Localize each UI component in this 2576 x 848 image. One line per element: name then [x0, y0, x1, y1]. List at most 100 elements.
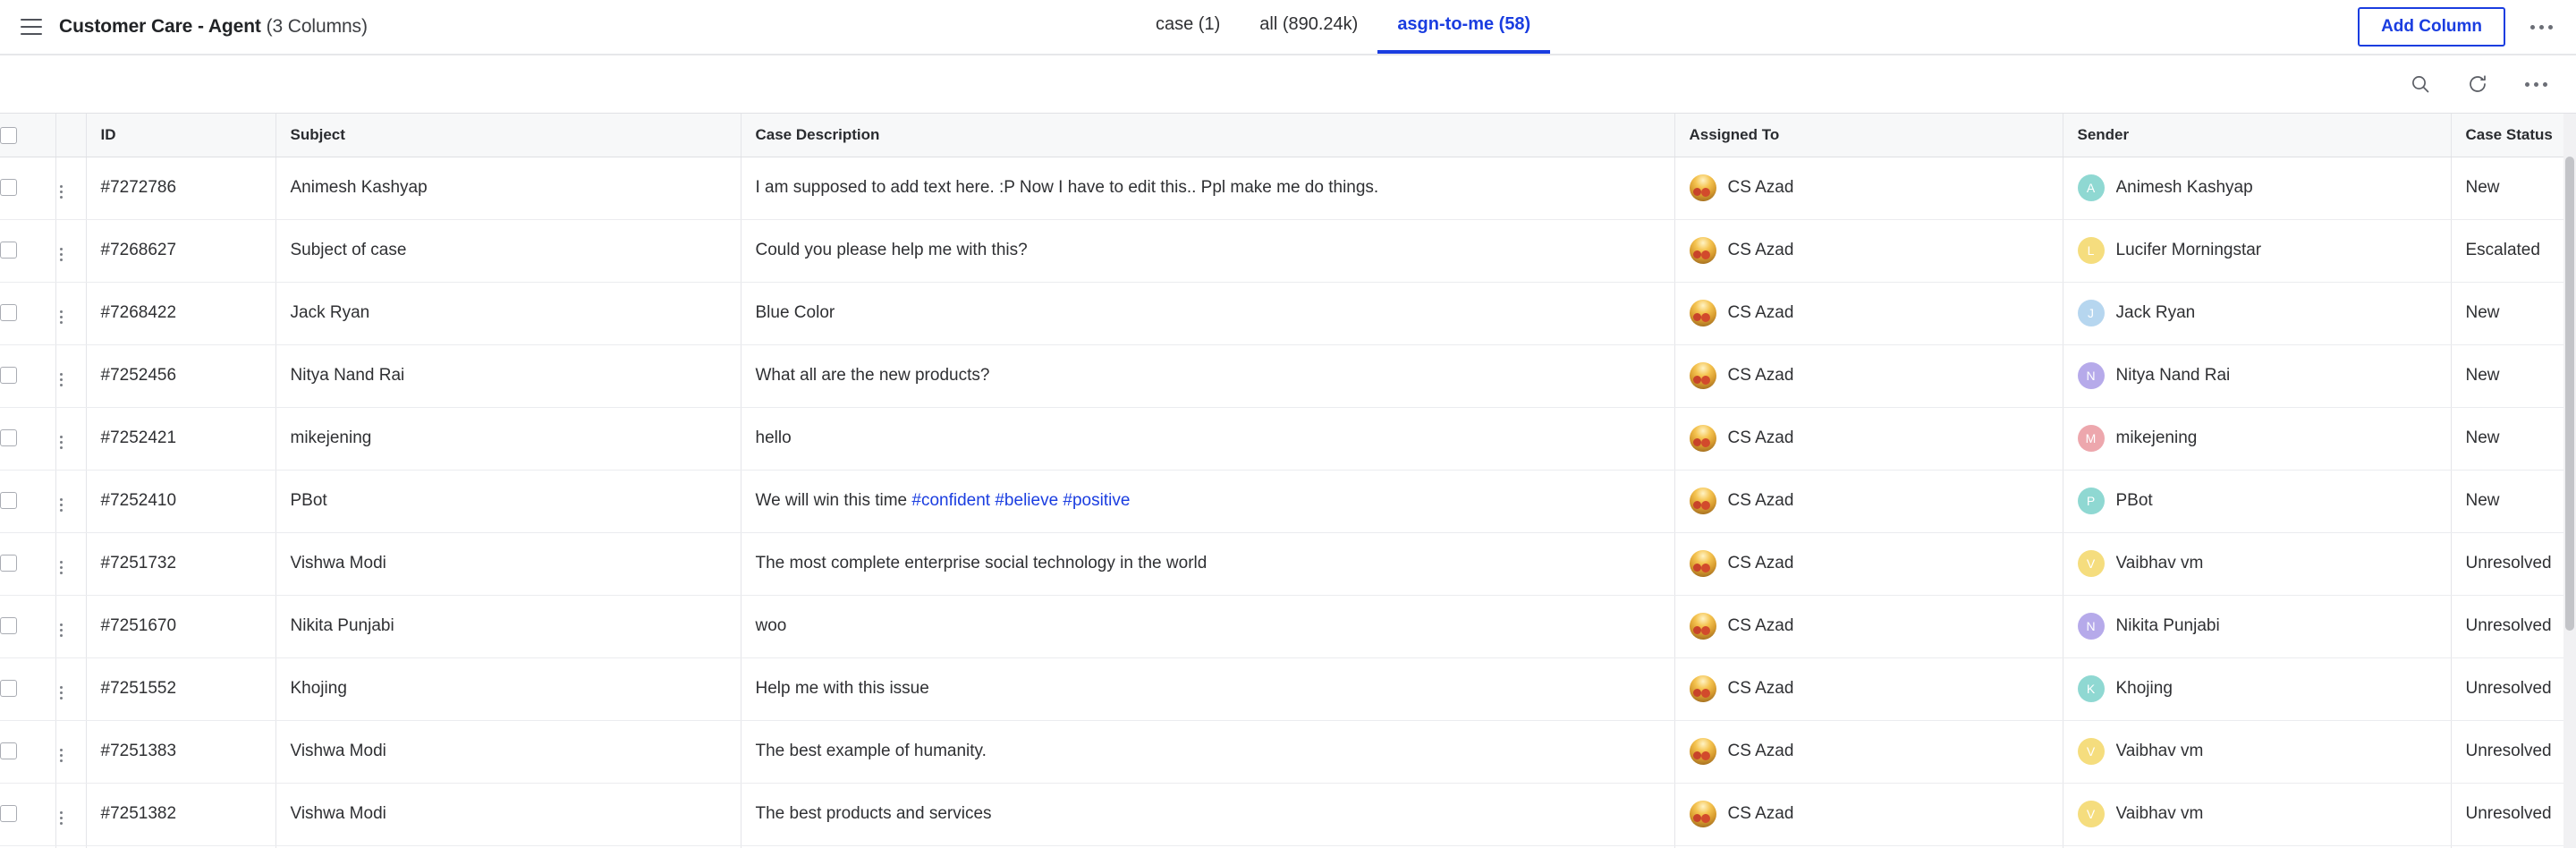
- cell-description[interactable]: The best products and services: [741, 783, 1675, 846]
- cell-description[interactable]: The most complete enterprise social tech…: [741, 532, 1675, 596]
- row-overflow-icon[interactable]: [56, 808, 66, 828]
- cell-sender[interactable]: J Jack Ryan: [2063, 282, 2452, 345]
- cell-subject[interactable]: Nitya Nand Rai: [275, 344, 741, 408]
- table-row[interactable]: #7251552 Khojing Help me with this issue CS…: [0, 657, 2576, 721]
- description-hashtags[interactable]: #confident #believe #positive: [911, 491, 1130, 510]
- cell-assigned-to[interactable]: CS Azad: [1674, 157, 2063, 220]
- table-row[interactable]: #7251383 Vishwa Modi The best example of h…: [0, 720, 2576, 784]
- cell-sender[interactable]: V Vaibhav vm: [2063, 720, 2452, 784]
- cell-sender[interactable]: K Khojing: [2063, 657, 2452, 721]
- cell-subject[interactable]: Vishwa Modi: [275, 532, 741, 596]
- table-row[interactable]: #7272786 Animesh Kashyap I am supposed to …: [0, 157, 2576, 220]
- status-badge[interactable]: New: [2451, 407, 2576, 471]
- cell-description[interactable]: What all are the new products?: [741, 344, 1675, 408]
- row-overflow-icon[interactable]: [56, 432, 66, 453]
- cell-subject[interactable]: Subject of case: [275, 219, 741, 283]
- cell-id[interactable]: #7251382: [86, 783, 276, 846]
- cell-id[interactable]: #7251670: [86, 595, 276, 658]
- cell-id[interactable]: #7268422: [86, 282, 276, 345]
- row-checkbox[interactable]: [0, 680, 17, 698]
- cell-assigned-to[interactable]: CS Azad: [1674, 595, 2063, 658]
- status-badge[interactable]: New: [2451, 344, 2576, 408]
- tab-all[interactable]: all (890.24k): [1240, 0, 1377, 54]
- cell-assigned-to[interactable]: CS Azad: [1674, 532, 2063, 596]
- cell-subject[interactable]: PBot: [275, 470, 741, 533]
- status-badge[interactable]: Escalated: [2451, 219, 2576, 283]
- cell-description[interactable]: The best example of humanity.: [741, 720, 1675, 784]
- row-checkbox[interactable]: [0, 617, 17, 635]
- cell-id[interactable]: #7268627: [86, 219, 276, 283]
- cell-subject[interactable]: Nikita Punjabi: [275, 595, 741, 658]
- table-row[interactable]: #7252410 PBot We will win this time #confi…: [0, 470, 2576, 533]
- row-checkbox[interactable]: [0, 179, 17, 197]
- cell-subject[interactable]: Vishwa Modi: [275, 783, 741, 846]
- cell-sender[interactable]: P PBot: [2063, 470, 2452, 533]
- hamburger-icon[interactable]: [16, 12, 47, 42]
- row-checkbox[interactable]: [0, 367, 17, 385]
- cell-description[interactable]: Blue Color: [741, 282, 1675, 345]
- status-badge[interactable]: New: [2451, 282, 2576, 345]
- cell-assigned-to[interactable]: CS Azad: [1674, 657, 2063, 721]
- cell-id[interactable]: #7252456: [86, 344, 276, 408]
- row-overflow-icon[interactable]: [56, 182, 66, 202]
- cell-id[interactable]: #7252410: [86, 470, 276, 533]
- cell-sender[interactable]: Mmikejening: [2063, 407, 2452, 471]
- status-badge[interactable]: Unresolved: [2451, 657, 2576, 721]
- toolbar-ellipsis-icon[interactable]: [2520, 75, 2553, 94]
- column-header-assigned-to[interactable]: Assigned To: [1674, 114, 2063, 157]
- column-header-id[interactable]: ID: [86, 114, 276, 157]
- cell-description[interactable]: I am supposed to add text here. :P Now I…: [741, 157, 1675, 220]
- cell-assigned-to[interactable]: CS Azad: [1674, 720, 2063, 784]
- cell-assigned-to[interactable]: CS Azad: [1674, 344, 2063, 408]
- cell-id[interactable]: #7251552: [86, 657, 276, 721]
- row-checkbox[interactable]: [0, 492, 17, 510]
- select-all-checkbox[interactable]: [0, 126, 17, 144]
- table-row[interactable]: #7252456 Nitya Nand Rai What all are the n…: [0, 344, 2576, 408]
- column-header-description[interactable]: Case Description: [741, 114, 1675, 157]
- status-badge[interactable]: New: [2451, 470, 2576, 533]
- table-row[interactable]: #7252421 mikejening hello CS Azad Mmikejenin…: [0, 407, 2576, 471]
- cell-description[interactable]: We will win this time #confident #believ…: [741, 470, 1675, 533]
- row-overflow-icon[interactable]: [56, 495, 66, 515]
- header-ellipsis-icon[interactable]: [2525, 18, 2558, 37]
- cell-sender[interactable]: L Lucifer Morningstar: [2063, 219, 2452, 283]
- cell-subject[interactable]: Vishwa Modi: [275, 720, 741, 784]
- row-checkbox[interactable]: [0, 429, 17, 447]
- table-row[interactable]: #7251670 Nikita Punjabi woo CS Azad N Nikita …: [0, 595, 2576, 658]
- scrollbar-thumb[interactable]: [2565, 157, 2574, 631]
- row-checkbox[interactable]: [0, 304, 17, 322]
- status-badge[interactable]: Unresolved: [2451, 595, 2576, 658]
- cell-assigned-to[interactable]: CS Azad: [1674, 783, 2063, 846]
- cell-sender[interactable]: N Nitya Nand Rai: [2063, 344, 2452, 408]
- cell-sender[interactable]: V Vaibhav vm: [2063, 783, 2452, 846]
- cell-id[interactable]: #7252421: [86, 407, 276, 471]
- cell-assigned-to[interactable]: CS Azad: [1674, 407, 2063, 471]
- cell-id[interactable]: #7251732: [86, 532, 276, 596]
- refresh-icon[interactable]: [2462, 69, 2493, 99]
- cell-subject[interactable]: Animesh Kashyap: [275, 157, 741, 220]
- cell-id[interactable]: #7272786: [86, 157, 276, 220]
- row-checkbox[interactable]: [0, 555, 17, 572]
- column-header-subject[interactable]: Subject: [275, 114, 741, 157]
- row-overflow-icon[interactable]: [56, 745, 66, 766]
- table-row[interactable]: #7268627 Subject of case Could you please …: [0, 219, 2576, 283]
- cell-sender[interactable]: N Nikita Punjabi: [2063, 595, 2452, 658]
- column-header-sender[interactable]: Sender: [2063, 114, 2452, 157]
- row-checkbox[interactable]: [0, 742, 17, 760]
- status-badge[interactable]: Unresolved: [2451, 783, 2576, 846]
- cell-subject[interactable]: Khojing: [275, 657, 741, 721]
- row-checkbox[interactable]: [0, 805, 17, 823]
- row-overflow-icon[interactable]: [56, 244, 66, 265]
- status-badge[interactable]: New: [2451, 157, 2576, 220]
- table-row[interactable]: #7251732 Vishwa Modi The most complete ent…: [0, 532, 2576, 596]
- cell-description[interactable]: Help me with this issue: [741, 657, 1675, 721]
- cell-id[interactable]: #7251383: [86, 720, 276, 784]
- status-badge[interactable]: Unresolved: [2451, 532, 2576, 596]
- column-header-status[interactable]: Case Status: [2451, 114, 2576, 157]
- cell-description[interactable]: Could you please help me with this?: [741, 219, 1675, 283]
- row-overflow-icon[interactable]: [56, 620, 66, 640]
- tab-asgn-to-me[interactable]: asgn-to-me (58): [1377, 0, 1551, 54]
- cell-sender[interactable]: V Vaibhav vm: [2063, 532, 2452, 596]
- tab-case[interactable]: case (1): [1136, 0, 1240, 54]
- add-column-button[interactable]: Add Column: [2358, 7, 2505, 47]
